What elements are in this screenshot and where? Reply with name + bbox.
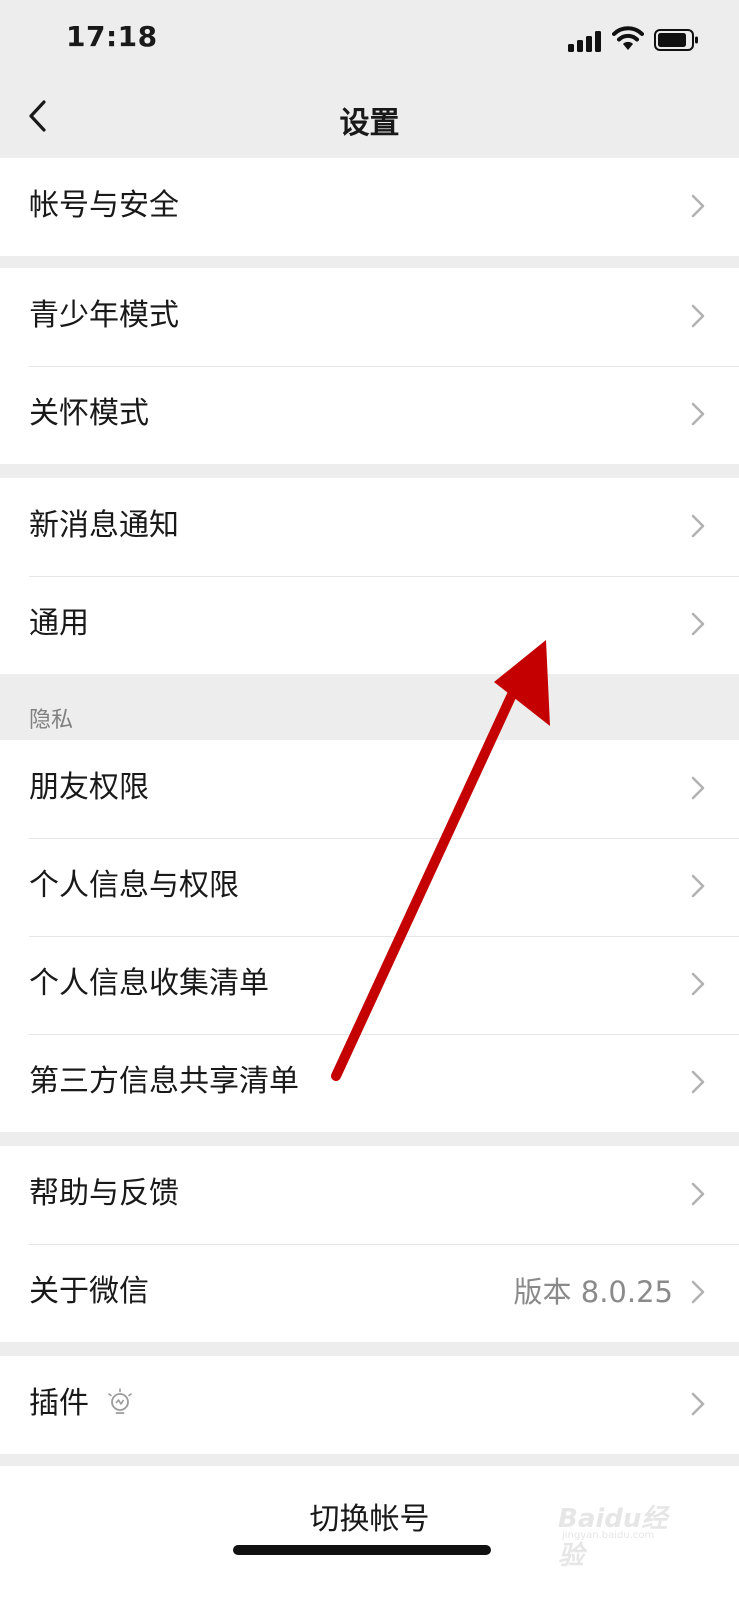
status-time: 17:18 xyxy=(66,20,158,53)
lightbulb-icon xyxy=(108,1388,132,1414)
row-label: 青少年模式 xyxy=(29,298,179,333)
row-label: 个人信息收集清单 xyxy=(29,966,269,1001)
settings-row-care-mode[interactable]: 关怀模式 xyxy=(0,366,739,464)
navigation-bar: 设置 xyxy=(0,80,739,158)
row-label: 插件 xyxy=(29,1386,89,1421)
settings-row-teen-mode[interactable]: 青少年模式 xyxy=(0,268,739,366)
modes-group: 青少年模式 关怀模式 xyxy=(0,268,739,464)
settings-row-personal-info-collection-list[interactable]: 个人信息收集清单 xyxy=(0,936,739,1034)
settings-row-personal-info-permissions[interactable]: 个人信息与权限 xyxy=(0,838,739,936)
privacy-group: 朋友权限 个人信息与权限 个人信息收集清单 第三方信息共享清单 xyxy=(0,740,739,1132)
row-label: 朋友权限 xyxy=(29,770,149,805)
version-value: 版本 8.0.25 xyxy=(513,1275,673,1309)
settings-row-general[interactable]: 通用 xyxy=(0,576,739,674)
row-label: 个人信息与权限 xyxy=(29,868,239,903)
chevron-right-icon xyxy=(691,1392,705,1416)
home-indicator xyxy=(233,1545,491,1555)
about-group: 帮助与反馈 关于微信 版本 8.0.25 xyxy=(0,1146,739,1342)
settings-row-about-wechat[interactable]: 关于微信 版本 8.0.25 xyxy=(0,1244,739,1342)
settings-screen: 17:18 设置 帐号与安全 青少年模式 关怀模式 新消息通知 通用 隐私 朋友… xyxy=(0,0,739,1600)
chevron-right-icon xyxy=(691,1070,705,1094)
settings-row-third-party-sharing-list[interactable]: 第三方信息共享清单 xyxy=(0,1034,739,1132)
row-label: 帮助与反馈 xyxy=(29,1176,179,1211)
settings-row-friend-permissions[interactable]: 朋友权限 xyxy=(0,740,739,838)
chevron-right-icon xyxy=(691,776,705,800)
privacy-section-title: 隐私 xyxy=(29,708,74,733)
chevron-right-icon xyxy=(691,514,705,538)
chevron-right-icon xyxy=(691,1280,705,1304)
chevron-right-icon xyxy=(691,612,705,636)
chevron-right-icon xyxy=(691,1182,705,1206)
settings-row-new-message-notifications[interactable]: 新消息通知 xyxy=(0,478,739,576)
row-label: 新消息通知 xyxy=(29,508,179,543)
status-bar: 17:18 xyxy=(0,0,739,80)
watermark-subtext: jingyan.baidu.com xyxy=(562,1530,655,1541)
row-label: 通用 xyxy=(29,606,89,641)
general-group: 新消息通知 通用 xyxy=(0,478,739,674)
chevron-right-icon xyxy=(691,972,705,996)
wifi-icon xyxy=(612,26,644,50)
row-label: 关于微信 xyxy=(29,1274,149,1309)
settings-row-account-security[interactable]: 帐号与安全 xyxy=(0,158,739,256)
chevron-right-icon xyxy=(691,874,705,898)
chevron-right-icon xyxy=(691,402,705,426)
row-label: 第三方信息共享清单 xyxy=(29,1064,299,1099)
page-title: 设置 xyxy=(339,106,400,141)
battery-icon xyxy=(654,29,698,51)
chevron-right-icon xyxy=(691,304,705,328)
row-label: 帐号与安全 xyxy=(29,188,179,223)
settings-row-plugins[interactable]: 插件 xyxy=(0,1356,739,1454)
plugins-group: 插件 xyxy=(0,1356,739,1454)
chevron-right-icon xyxy=(691,194,705,218)
row-label: 关怀模式 xyxy=(29,396,149,431)
cellular-signal-icon xyxy=(568,30,604,52)
baidu-watermark-logo: Baidu经验 jingyan.baidu.com xyxy=(556,1494,690,1571)
settings-row-help-feedback[interactable]: 帮助与反馈 xyxy=(0,1146,739,1244)
account-group: 帐号与安全 xyxy=(0,158,739,256)
